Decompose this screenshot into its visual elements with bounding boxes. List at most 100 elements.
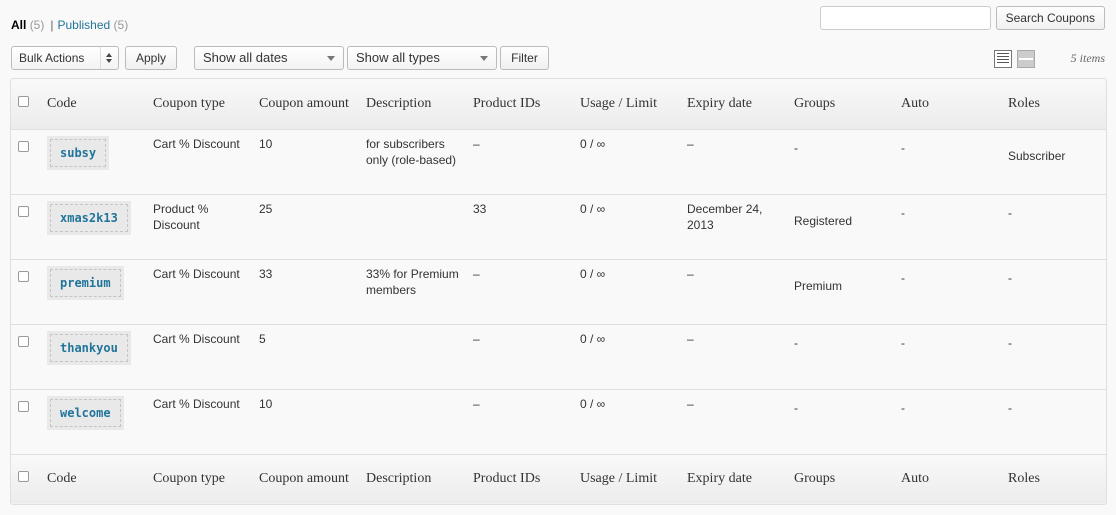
- cell-expiry-date: –: [687, 258, 794, 325]
- column-header-product-ids: Product IDs: [473, 79, 580, 130]
- cell-usage-limit: 0 / ∞: [580, 193, 687, 260]
- bulk-actions-select[interactable]: Bulk Actions: [11, 46, 119, 70]
- table-row: premium Cart % Discount 33 33% for Premi…: [11, 258, 1106, 325]
- coupon-code-link[interactable]: premium: [47, 265, 124, 300]
- select-all-checkbox[interactable]: [18, 471, 29, 483]
- coupons-table: Code Coupon type Coupon amount Descripti…: [10, 78, 1107, 505]
- filter-separator: |: [50, 18, 54, 32]
- table-header-row: Code Coupon type Coupon amount Descripti…: [11, 79, 1106, 130]
- cell-auto: -: [901, 323, 1008, 390]
- cell-roles: -: [1008, 193, 1106, 260]
- coupon-code-link[interactable]: welcome: [47, 395, 124, 430]
- column-footer-description: Description: [366, 453, 473, 504]
- cell-description: 33% for Premium members: [366, 258, 473, 325]
- search-coupons-button[interactable]: Search Coupons: [995, 6, 1105, 30]
- column-header-expiry-date: Expiry date: [687, 79, 794, 130]
- column-header-coupon-amount: Coupon amount: [259, 79, 366, 130]
- status-filter-links: All (5) | Published (5): [11, 18, 128, 32]
- table-row: thankyou Cart % Discount 5 – 0 / ∞ – - -…: [11, 323, 1106, 390]
- filter-published-link[interactable]: Published (5): [57, 18, 128, 32]
- cell-product-ids: 33: [473, 193, 580, 260]
- cell-expiry-date: –: [687, 128, 794, 195]
- select-arrows-icon: [100, 47, 118, 69]
- cell-usage-limit: 0 / ∞: [580, 323, 687, 390]
- cell-groups: -: [794, 388, 901, 454]
- cell-coupon-amount: 10: [259, 128, 366, 195]
- row-checkbox[interactable]: [18, 270, 29, 282]
- cell-roles: Subscriber: [1008, 128, 1106, 195]
- search-input[interactable]: [819, 6, 991, 30]
- column-footer-coupon-type: Coupon type: [153, 453, 259, 504]
- coupon-code-link[interactable]: thankyou: [47, 330, 131, 365]
- cell-coupon-type: Product % Discount: [153, 193, 259, 260]
- cell-product-ids: –: [473, 388, 580, 454]
- apply-button[interactable]: Apply: [125, 46, 177, 70]
- row-checkbox[interactable]: [18, 205, 29, 217]
- dates-filter-select[interactable]: Show all dates: [194, 46, 344, 70]
- cell-auto: -: [901, 258, 1008, 325]
- row-checkbox[interactable]: [18, 335, 29, 347]
- column-header-auto: Auto: [901, 79, 1008, 130]
- column-footer-coupon-amount: Coupon amount: [259, 453, 366, 504]
- cell-auto: -: [901, 388, 1008, 454]
- cell-product-ids: –: [473, 323, 580, 390]
- cell-description: for subscribers only (role-based): [366, 128, 473, 195]
- cell-coupon-amount: 5: [259, 323, 366, 390]
- types-filter-select[interactable]: Show all types: [347, 46, 497, 70]
- cell-expiry-date: –: [687, 323, 794, 390]
- cell-roles: -: [1008, 388, 1106, 454]
- cell-groups: -: [794, 323, 901, 390]
- cell-product-ids: –: [473, 128, 580, 195]
- row-checkbox[interactable]: [18, 140, 29, 152]
- cell-coupon-amount: 33: [259, 258, 366, 325]
- select-all-checkbox[interactable]: [18, 95, 29, 107]
- footer-select-all: [11, 453, 47, 504]
- cell-coupon-amount: 25: [259, 193, 366, 260]
- cell-description: [366, 388, 473, 454]
- column-footer-roles: Roles: [1008, 453, 1106, 504]
- cell-usage-limit: 0 / ∞: [580, 388, 687, 454]
- column-header-groups: Groups: [794, 79, 901, 130]
- excerpt-view-icon[interactable]: [1017, 50, 1035, 68]
- cell-coupon-type: Cart % Discount: [153, 323, 259, 390]
- table-row: subsy Cart % Discount 10 for subscribers…: [11, 128, 1106, 195]
- cell-auto: -: [901, 128, 1008, 195]
- search-box: Search Coupons: [819, 6, 1105, 30]
- filter-button[interactable]: Filter: [500, 46, 549, 70]
- cell-coupon-type: Cart % Discount: [153, 128, 259, 195]
- cell-groups: -: [794, 128, 901, 195]
- cell-coupon-type: Cart % Discount: [153, 258, 259, 325]
- chevron-down-icon: [327, 56, 335, 61]
- coupon-code-link[interactable]: subsy: [46, 135, 110, 170]
- column-header-coupon-type: Coupon type: [153, 79, 259, 130]
- row-checkbox[interactable]: [18, 400, 29, 412]
- cell-usage-limit: 0 / ∞: [580, 128, 687, 195]
- cell-description: [366, 193, 473, 260]
- table-row: xmas2k13 Product % Discount 25 33 0 / ∞ …: [11, 193, 1106, 260]
- cell-auto: -: [901, 193, 1008, 260]
- view-switch: [994, 50, 1035, 68]
- coupon-code-link[interactable]: xmas2k13: [47, 200, 131, 235]
- column-footer-expiry-date: Expiry date: [687, 453, 794, 504]
- cell-coupon-amount: 10: [259, 388, 366, 454]
- cell-expiry-date: December 24, 2013: [687, 193, 794, 260]
- column-footer-product-ids: Product IDs: [473, 453, 580, 504]
- cell-expiry-date: –: [687, 388, 794, 454]
- cell-product-ids: –: [473, 258, 580, 325]
- column-footer-code: Code: [47, 453, 153, 504]
- list-view-icon[interactable]: [994, 50, 1012, 68]
- column-footer-groups: Groups: [794, 453, 901, 504]
- column-header-usage-limit: Usage / Limit: [580, 79, 687, 130]
- items-count: 5 items: [1070, 51, 1105, 65]
- cell-roles: -: [1008, 258, 1106, 325]
- table-row: welcome Cart % Discount 10 – 0 / ∞ – - -…: [11, 388, 1106, 454]
- chevron-down-icon: [480, 56, 488, 61]
- cell-coupon-type: Cart % Discount: [153, 388, 259, 454]
- column-header-description: Description: [366, 79, 473, 130]
- tablenav-top: Bulk Actions Apply Show all dates Show a…: [11, 46, 1105, 72]
- filter-all-link[interactable]: All (5): [11, 18, 44, 32]
- table-footer-row: Code Coupon type Coupon amount Descripti…: [11, 453, 1106, 504]
- cell-roles: -: [1008, 323, 1106, 390]
- header-select-all: [11, 79, 47, 130]
- column-footer-auto: Auto: [901, 453, 1008, 504]
